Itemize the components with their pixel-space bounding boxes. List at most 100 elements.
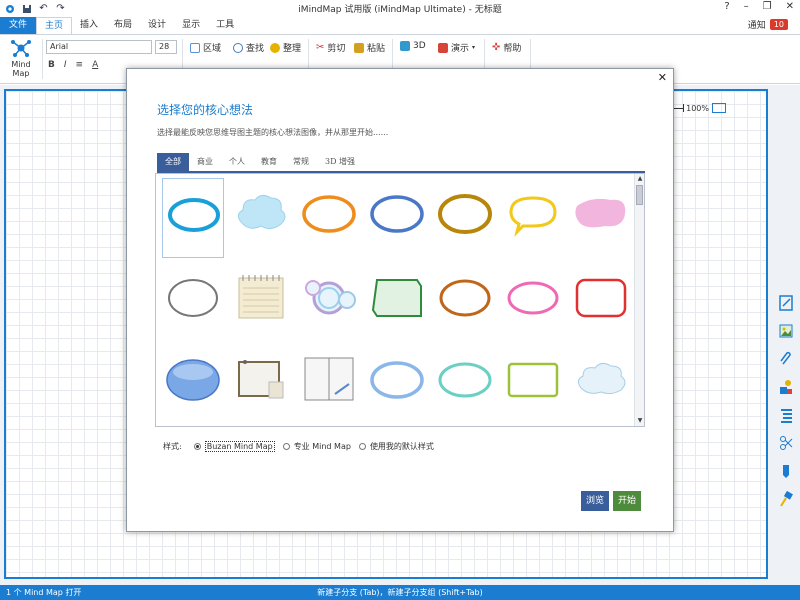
central-idea-option[interactable] xyxy=(162,178,224,258)
central-idea-option[interactable] xyxy=(298,262,360,342)
central-idea-option[interactable] xyxy=(298,178,360,258)
dialog-title: 选择您的核心想法 xyxy=(157,103,254,117)
tab-education[interactable]: 教育 xyxy=(253,153,285,171)
italic-button[interactable]: I xyxy=(64,60,67,70)
central-idea-option[interactable] xyxy=(162,344,224,424)
scroll-up-icon[interactable]: ▲ xyxy=(635,174,644,184)
style-option-buzan[interactable]: Buzan Mind Map xyxy=(204,441,275,452)
central-idea-option[interactable] xyxy=(230,178,292,258)
central-idea-option[interactable] xyxy=(366,344,428,424)
3d-button[interactable]: 3D xyxy=(400,41,426,51)
outline-icon[interactable] xyxy=(779,407,793,423)
style-option-default[interactable]: 使用我的默认样式 xyxy=(370,441,434,452)
central-idea-option[interactable] xyxy=(434,262,496,342)
help-button[interactable]: ✜ 帮助 xyxy=(492,41,521,54)
minimize-button[interactable]: – xyxy=(744,1,749,12)
ribbon-divider xyxy=(42,39,43,79)
central-idea-option[interactable] xyxy=(434,344,496,424)
present-button[interactable]: 演示 ▾ xyxy=(438,41,475,54)
central-idea-option[interactable] xyxy=(570,262,632,342)
central-idea-option[interactable] xyxy=(502,262,564,342)
status-hint: 新建子分支 (Tab)，新建子分支组 (Shift+Tab) xyxy=(317,588,483,597)
help-window-button[interactable]: ? xyxy=(724,1,729,12)
gallery-scrollbar[interactable]: ▲ ▼ xyxy=(634,174,644,426)
tab-tools[interactable]: 工具 xyxy=(208,17,242,34)
undo-icon[interactable]: ↶ xyxy=(38,3,49,14)
tab-all[interactable]: 全部 xyxy=(157,153,189,171)
align-button[interactable]: ≡ xyxy=(76,60,84,70)
redo-icon[interactable]: ↷ xyxy=(55,3,66,14)
quick-access-toolbar: ↶ ↷ xyxy=(0,3,66,14)
tab-home[interactable]: 主页 xyxy=(36,17,73,34)
scroll-thumb[interactable] xyxy=(636,185,643,205)
start-button[interactable]: 开始 xyxy=(613,491,641,511)
central-idea-option[interactable] xyxy=(366,178,428,258)
tab-layout[interactable]: 布局 xyxy=(106,17,140,34)
close-window-button[interactable]: ✕ xyxy=(786,1,794,12)
tag-icon[interactable] xyxy=(779,463,793,479)
fit-view-icon[interactable] xyxy=(712,103,726,113)
central-idea-option[interactable] xyxy=(366,262,428,342)
font-size-select[interactable]: 28 xyxy=(155,40,177,54)
3d-label: 3D xyxy=(413,41,426,51)
central-idea-option[interactable] xyxy=(298,344,360,424)
format-buttons: B I ≡ A xyxy=(48,60,98,70)
bold-button[interactable]: B xyxy=(48,60,55,70)
tab-insert[interactable]: 插入 xyxy=(72,17,106,34)
styles-label: 样式: xyxy=(163,442,182,451)
browse-button[interactable]: 浏览 xyxy=(581,491,609,511)
paint-icon[interactable] xyxy=(779,490,793,507)
central-idea-option[interactable] xyxy=(230,344,292,424)
app-logo-icon xyxy=(4,3,15,14)
central-idea-option[interactable] xyxy=(570,344,632,424)
cut-button[interactable]: ✂ 剪切 xyxy=(316,41,345,54)
region-icon xyxy=(190,42,200,53)
tab-file[interactable]: 文件 xyxy=(0,17,36,34)
tab-personal[interactable]: 个人 xyxy=(221,153,253,171)
present-icon xyxy=(438,42,448,53)
notes-icon[interactable] xyxy=(779,295,793,311)
style-option-professional[interactable]: 专业 Mind Map xyxy=(294,441,351,452)
tab-general[interactable]: 常规 xyxy=(285,153,317,171)
search-button[interactable]: 查找 xyxy=(233,41,264,54)
central-idea-option[interactable] xyxy=(434,178,496,258)
help-icon: ✜ xyxy=(492,42,501,53)
cut-label: 剪切 xyxy=(327,44,346,54)
notify-count-badge: 10 xyxy=(769,19,788,30)
style-radio-professional[interactable] xyxy=(282,443,290,450)
central-idea-option[interactable] xyxy=(502,178,564,258)
font-controls: Arial 28 xyxy=(46,40,177,54)
tab-view[interactable]: 显示 xyxy=(174,17,208,34)
dialog-close-button[interactable]: ✕ xyxy=(658,71,667,84)
paste-button[interactable]: 粘贴 xyxy=(354,41,385,54)
region-button[interactable]: 区域 xyxy=(190,41,221,54)
attachment-icon[interactable] xyxy=(779,351,793,367)
branch-cut-icon[interactable] xyxy=(779,435,793,451)
restore-button[interactable]: ❐ xyxy=(763,1,772,12)
side-toolbar xyxy=(776,295,796,507)
save-icon[interactable] xyxy=(21,3,32,14)
central-idea-option[interactable] xyxy=(162,262,224,342)
font-color-button[interactable]: A xyxy=(92,60,98,70)
style-radio-default[interactable] xyxy=(358,443,366,450)
tab-business[interactable]: 商业 xyxy=(189,153,221,171)
tab-3d[interactable]: 3D 增强 xyxy=(317,153,363,171)
central-idea-option[interactable] xyxy=(230,262,292,342)
font-family-select[interactable]: Arial xyxy=(46,40,152,54)
central-idea-gallery: ▲ ▼ xyxy=(155,173,645,427)
image-icon[interactable] xyxy=(779,323,793,339)
category-tabs: 全部 商业 个人 教育 常规 3D 增强 xyxy=(157,153,645,173)
window-title: iMindMap 试用版 (iMindMap Ultimate) - 无标题 xyxy=(298,5,502,15)
notification-area[interactable]: 通知 10 xyxy=(748,18,788,31)
region-label: 区域 xyxy=(203,44,222,54)
tidy-button[interactable]: 整理 xyxy=(270,41,301,54)
ribbon-tabs: 文件 主页 插入 布局 设计 显示 工具 通知 10 xyxy=(0,17,800,34)
mind-map-button[interactable]: Mind Map xyxy=(2,37,40,81)
scroll-down-icon[interactable]: ▼ xyxy=(635,416,644,426)
central-idea-option[interactable] xyxy=(570,178,632,258)
search-icon xyxy=(233,42,243,53)
shapes-icon[interactable] xyxy=(779,379,793,395)
central-idea-option[interactable] xyxy=(502,344,564,424)
tab-design[interactable]: 设计 xyxy=(140,17,174,34)
style-radio-buzan[interactable] xyxy=(193,443,201,450)
